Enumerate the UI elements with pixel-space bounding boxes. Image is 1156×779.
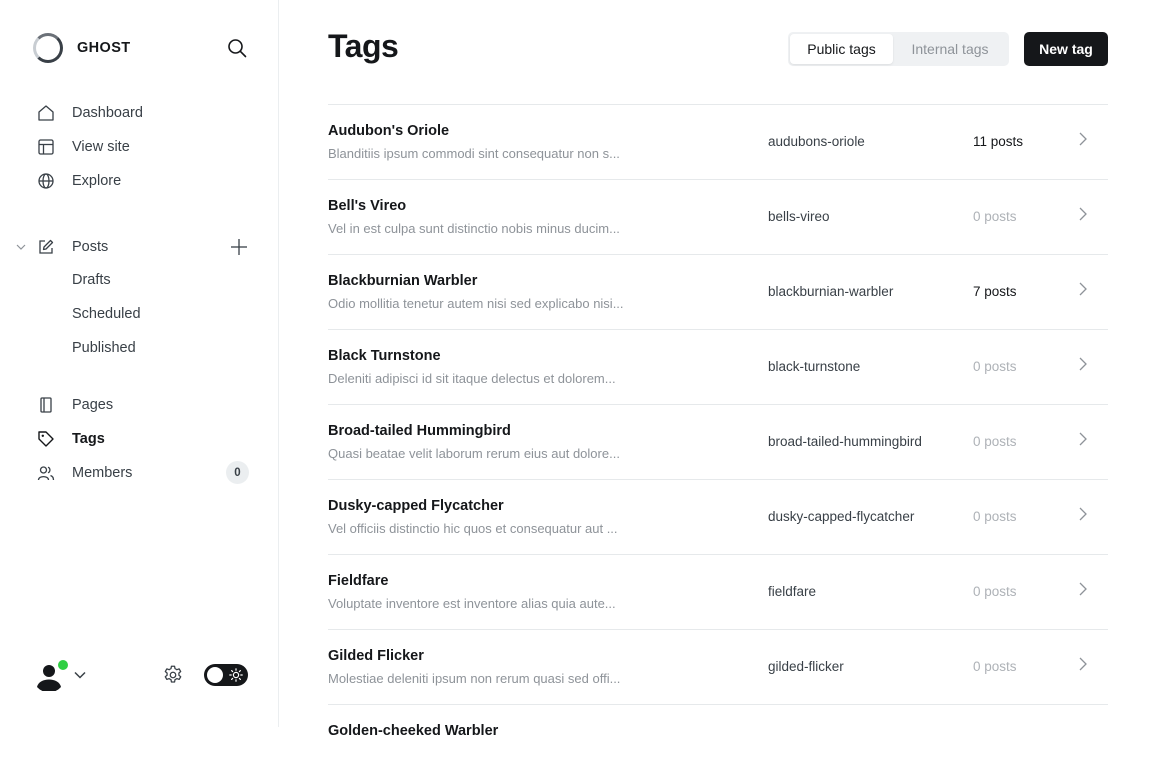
members-count-badge: 0: [226, 461, 249, 484]
members-icon: [36, 463, 56, 483]
tag-post-count[interactable]: 0 posts: [973, 509, 1017, 524]
edit-icon: [36, 237, 56, 257]
chevron-right-icon[interactable]: [1076, 206, 1090, 222]
tag-name: Golden-cheeked Warbler: [328, 723, 499, 739]
tag-list: Audubon's Oriole Blanditiis ipsum commodi…: [328, 104, 1108, 779]
tag-row[interactable]: Bell's Vireo Vel in est culpa sunt distin…: [328, 179, 1108, 254]
tag-row[interactable]: Black Turnstone Deleniti adipisci id sit …: [328, 329, 1108, 404]
sidebar-item-scheduled[interactable]: Scheduled: [72, 306, 141, 322]
sidebar-item-drafts[interactable]: Drafts: [72, 272, 111, 288]
tag-post-count[interactable]: 11 posts: [973, 134, 1023, 149]
sidebar-item-label: Dashboard: [72, 105, 143, 121]
sidebar-item-tags[interactable]: Tags: [36, 427, 105, 451]
search-icon[interactable]: [226, 37, 248, 59]
tag-description: Odio mollitia tenetur autem nisi sed exp…: [328, 296, 624, 311]
chevron-right-icon[interactable]: [1076, 281, 1090, 297]
tag-row[interactable]: Golden-cheeked Warbler: [328, 704, 1108, 779]
tag-slug: dusky-capped-flycatcher: [768, 509, 915, 524]
tag-description: Blanditiis ipsum commodi sint consequatu…: [328, 146, 620, 161]
brand[interactable]: GHOST: [33, 33, 131, 63]
tag-post-count[interactable]: 7 posts: [973, 284, 1017, 299]
sidebar-item-members[interactable]: Members: [36, 461, 132, 485]
new-tag-button[interactable]: New tag: [1024, 32, 1108, 66]
tag-row[interactable]: Fieldfare Voluptate inventore est invento…: [328, 554, 1108, 629]
tag-post-count[interactable]: 0 posts: [973, 584, 1017, 599]
chevron-right-icon[interactable]: [1076, 431, 1090, 447]
tag-description: Deleniti adipisci id sit itaque delectus…: [328, 371, 616, 386]
tag-description: Molestiae deleniti ipsum non rerum quasi…: [328, 671, 621, 686]
chevron-right-icon[interactable]: [1076, 581, 1090, 597]
sidebar: GHOST Dashboard View site Explore Posts: [0, 0, 279, 727]
sidebar-item-dashboard[interactable]: Dashboard: [36, 101, 143, 125]
tag-post-count[interactable]: 0 posts: [973, 359, 1017, 374]
sidebar-item-view-site[interactable]: View site: [36, 135, 130, 159]
tag-name: Audubon's Oriole: [328, 123, 450, 139]
tag-name: Blackburnian Warbler: [328, 273, 478, 289]
tab-public-tags[interactable]: Public tags: [790, 34, 893, 64]
tag-row[interactable]: Blackburnian Warbler Odio mollitia tenetu…: [328, 254, 1108, 329]
tag-name: Fieldfare: [328, 573, 389, 589]
sidebar-item-label: Members: [72, 465, 133, 481]
globe-icon: [36, 171, 56, 191]
tag-row[interactable]: Gilded Flicker Molestiae deleniti ipsum n…: [328, 629, 1108, 704]
tab-internal-tags[interactable]: Internal tags: [893, 34, 1007, 64]
chevron-right-icon[interactable]: [1076, 656, 1090, 672]
brand-name: GHOST: [77, 40, 131, 56]
tag-post-count[interactable]: 0 posts: [973, 209, 1017, 224]
chevron-down-icon[interactable]: [14, 240, 28, 254]
sidebar-item-label: Explore: [72, 173, 122, 189]
tag-description: Vel in est culpa sunt distinctio nobis m…: [328, 221, 620, 236]
theme-toggle[interactable]: [204, 664, 248, 686]
gear-icon[interactable]: [162, 664, 184, 686]
tag-slug: gilded-flicker: [768, 659, 844, 674]
tag-row[interactable]: Dusky-capped Flycatcher Vel officiis dist…: [328, 479, 1108, 554]
tag-slug: fieldfare: [768, 584, 817, 599]
tag-name: Dusky-capped Flycatcher: [328, 498, 504, 514]
tag-icon: [36, 429, 56, 449]
tag-description: Quasi beatae velit laborum rerum eius au…: [328, 446, 620, 461]
sidebar-item-pages[interactable]: Pages: [36, 393, 113, 417]
online-status-dot: [57, 659, 69, 671]
tag-post-count[interactable]: 0 posts: [973, 659, 1017, 674]
toggle-knob: [207, 667, 223, 683]
tag-row[interactable]: Broad-tailed Hummingbird Quasi beatae vel…: [328, 404, 1108, 479]
sidebar-item-label: Posts: [72, 239, 109, 255]
tag-visibility-switch: Public tags Internal tags: [788, 32, 1009, 66]
home-icon: [36, 103, 56, 123]
tag-description: Vel officiis distinctio hic quos et cons…: [328, 521, 618, 536]
chevron-right-icon[interactable]: [1076, 131, 1090, 147]
add-post-button[interactable]: [229, 237, 249, 257]
page-title: Tags: [328, 28, 399, 64]
chevron-right-icon[interactable]: [1076, 506, 1090, 522]
chevron-down-icon[interactable]: [73, 668, 87, 682]
sidebar-item-label: Pages: [72, 397, 114, 413]
sidebar-item-label: Tags: [72, 431, 105, 447]
tag-post-count[interactable]: 0 posts: [973, 434, 1017, 449]
tag-description: Voluptate inventore est inventore alias …: [328, 596, 616, 611]
ghost-logo-icon: [33, 33, 63, 63]
sidebar-item-posts[interactable]: Posts: [36, 235, 108, 259]
sidebar-item-explore[interactable]: Explore: [36, 169, 121, 193]
tag-name: Black Turnstone: [328, 348, 441, 364]
sun-icon: [229, 668, 243, 682]
page-icon: [36, 395, 56, 415]
layout-icon: [36, 137, 56, 157]
tag-name: Broad-tailed Hummingbird: [328, 423, 511, 439]
sidebar-item-label: View site: [72, 139, 130, 155]
tag-slug: blackburnian-warbler: [768, 284, 894, 299]
chevron-right-icon[interactable]: [1076, 356, 1090, 372]
tag-name: Bell's Vireo: [328, 198, 407, 214]
tag-row[interactable]: Audubon's Oriole Blanditiis ipsum commodi…: [328, 104, 1108, 179]
tag-slug: bells-vireo: [768, 209, 830, 224]
sidebar-item-published[interactable]: Published: [72, 340, 136, 356]
tag-slug: broad-tailed-hummingbird: [768, 434, 922, 449]
tag-name: Gilded Flicker: [328, 648, 424, 664]
tag-slug: black-turnstone: [768, 359, 861, 374]
tag-slug: audubons-oriole: [768, 134, 865, 149]
